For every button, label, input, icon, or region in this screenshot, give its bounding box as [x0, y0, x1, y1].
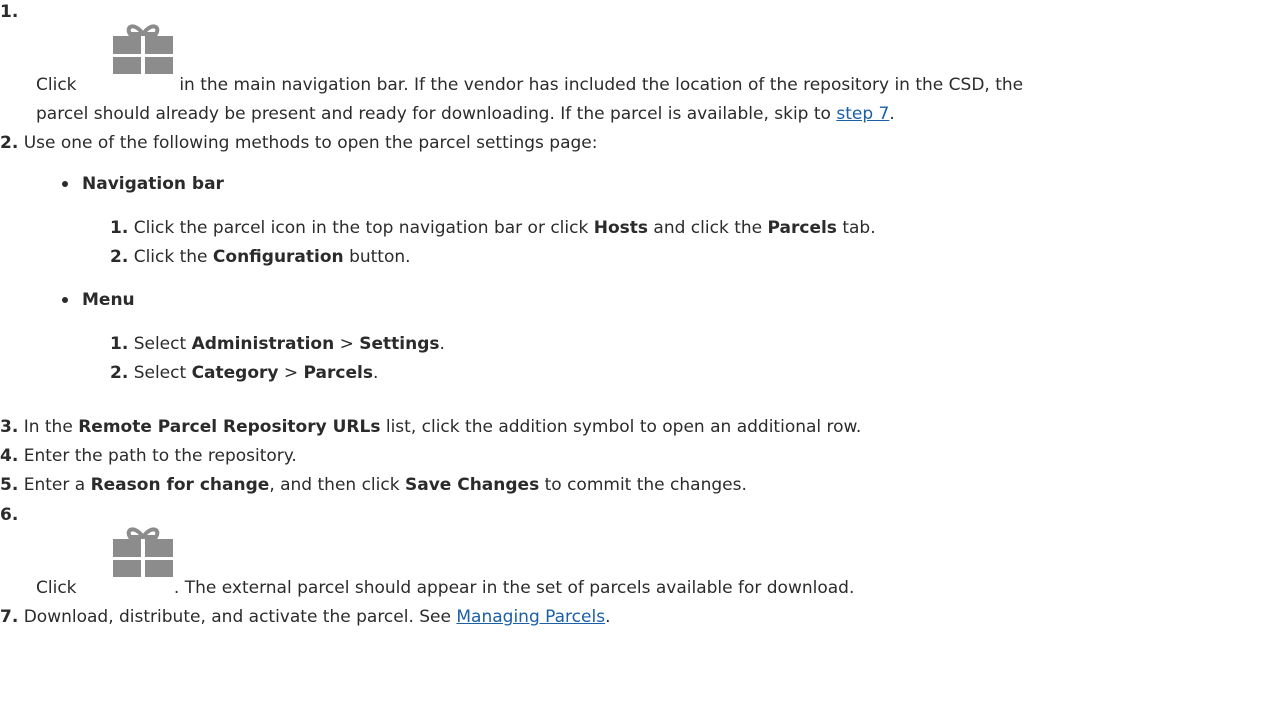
step-4: 4. Enter the path to the repository.: [0, 446, 297, 466]
step-7-link[interactable]: step 7: [836, 104, 889, 124]
bullet-menu: Menu: [62, 290, 135, 310]
nav-substep-1: 1. Click the parcel icon in the top navi…: [110, 218, 876, 238]
bullet-icon: [62, 181, 68, 187]
menu-substep-1: 1. Select Administration > Settings.: [110, 334, 445, 354]
step-1-number: 1.: [0, 2, 19, 22]
step-1-line-2: parcel should already be present and rea…: [36, 104, 895, 124]
step-5: 5. Enter a Reason for change, and then c…: [0, 475, 747, 495]
step-2: 2. Use one of the following methods to o…: [0, 133, 598, 153]
menu-substep-2: 2. Select Category > Parcels.: [110, 363, 379, 383]
step-1-line-1: Click in the main navigation bar. If the…: [36, 75, 1024, 95]
nav-substep-2: 2. Click the Configuration button.: [110, 247, 411, 267]
bullet-icon: [62, 297, 68, 303]
step-6-number: 6.: [0, 505, 19, 525]
step-6-line: Click . The external parcel should appea…: [36, 578, 855, 598]
parcel-gift-icon: [113, 527, 173, 577]
step-3: 3. In the Remote Parcel Repository URLs …: [0, 417, 862, 437]
parcel-gift-icon: [113, 24, 173, 74]
bullet-navigation-bar: Navigation bar: [62, 174, 224, 194]
managing-parcels-link[interactable]: Managing Parcels: [456, 607, 605, 627]
step-7: 7. Download, distribute, and activate th…: [0, 607, 611, 627]
